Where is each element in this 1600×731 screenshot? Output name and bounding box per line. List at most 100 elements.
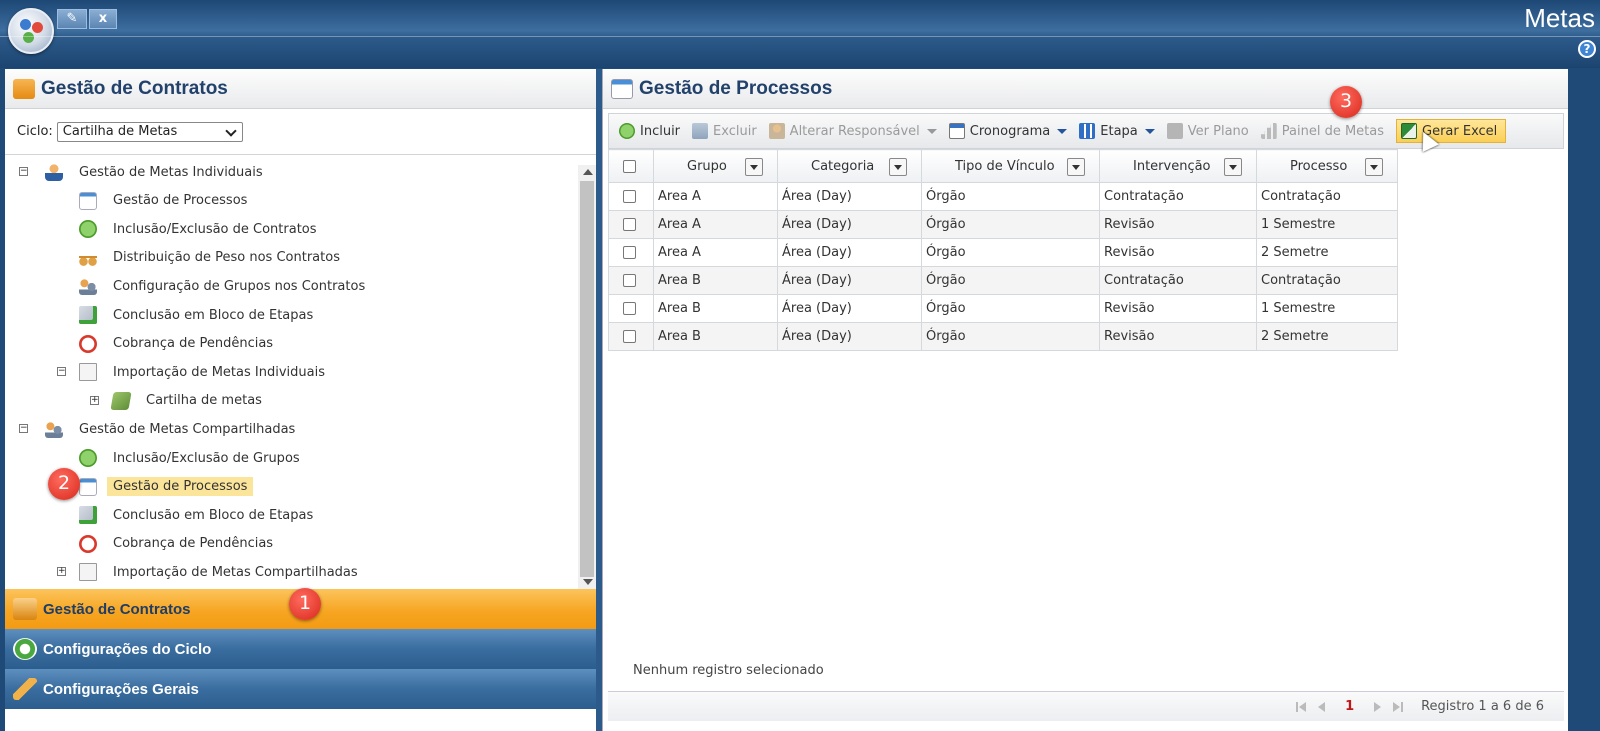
close-button[interactable]: x	[89, 9, 117, 29]
tree-item[interactable]: Conclusão em Bloco de Etapas	[79, 304, 313, 326]
collapse-icon[interactable]: −	[19, 424, 28, 434]
tree-item-label: Conclusão em Bloco de Etapas	[113, 507, 314, 523]
column-filter-button[interactable]	[889, 158, 907, 176]
tools-button[interactable]: ✎	[57, 9, 87, 29]
column-header-grupo[interactable]: Grupo	[653, 149, 778, 183]
tree-item-label: Importação de Metas Compartilhadas	[113, 564, 358, 580]
tree-item[interactable]: − Importação de Metas Individuais	[57, 361, 325, 383]
first-page-icon[interactable]	[1296, 701, 1299, 712]
cycle-select-value: Cartilha de Metas	[62, 123, 178, 139]
tree-item[interactable]: Conclusão em Bloco de Etapas	[79, 504, 313, 526]
tree-item[interactable]: − Gestão de Metas Compartilhadas	[19, 418, 296, 440]
contracts-icon	[13, 78, 35, 99]
table-cell: Contratação	[1099, 266, 1257, 295]
row-checkbox[interactable]	[623, 190, 636, 203]
processes-panel: Gestão de Processos Incluir Excluir Alte…	[602, 69, 1568, 731]
table-cell: Area B	[653, 266, 778, 295]
etapa-button[interactable]: Etapa	[1079, 123, 1155, 139]
trash-icon	[692, 123, 709, 139]
gerar-excel-button[interactable]: Gerar Excel	[1396, 119, 1507, 143]
painel-metas-button[interactable]: Painel de Metas	[1260, 123, 1384, 139]
next-page-icon[interactable]	[1374, 701, 1382, 712]
tree-item[interactable]: Inclusão/Exclusão de Grupos	[79, 447, 300, 469]
tree-item[interactable]: Cobrança de Pendências	[79, 333, 273, 355]
last-page-icon[interactable]	[1401, 701, 1404, 712]
current-page[interactable]: 1	[1345, 699, 1354, 714]
table-row[interactable]: Area A Área (Day) Órgão Contratação Contrata…	[608, 182, 1398, 211]
table-cell: Órgão	[921, 294, 1100, 323]
row-checkbox[interactable]	[623, 330, 636, 343]
tree-item[interactable]: − Gestão de Metas Individuais	[19, 161, 263, 183]
table-row[interactable]: Area A Área (Day) Órgão Revisão 2 Semetre	[608, 238, 1398, 267]
first-page-arrow-icon[interactable]	[1299, 701, 1307, 712]
table-cell: Área (Day)	[777, 266, 922, 295]
table-cell: Contratação	[1099, 182, 1257, 211]
collapse-icon[interactable]: −	[19, 167, 28, 176]
table-row[interactable]: Area A Área (Day) Órgão Revisão 1 Semestre	[608, 210, 1398, 239]
row-checkbox[interactable]	[623, 246, 636, 259]
ver-plano-button[interactable]: Ver Plano	[1166, 123, 1249, 139]
column-header-intervencao[interactable]: Intervenção	[1099, 149, 1257, 183]
tree-item-label: Cobrança de Pendências	[113, 536, 274, 552]
app-logo-icon[interactable]	[8, 8, 54, 54]
prev-page-icon[interactable]	[1318, 701, 1326, 712]
tree-item-label: Inclusão/Exclusão de Grupos	[113, 450, 300, 466]
table-cell: Área (Day)	[777, 210, 922, 239]
tree-scrollbar[interactable]	[578, 165, 596, 589]
table-row[interactable]: Area B Área (Day) Órgão Revisão 1 Semestre	[608, 294, 1398, 323]
row-checkbox[interactable]	[623, 274, 636, 287]
column-filter-button[interactable]	[1067, 158, 1085, 176]
alterar-responsavel-button[interactable]: Alterar Responsável	[768, 123, 937, 139]
expand-icon[interactable]: +	[90, 395, 99, 405]
calendar-icon	[79, 477, 97, 496]
tree-item[interactable]: Cobrança de Pendências	[79, 533, 273, 555]
table-cell: 1 Semestre	[1256, 210, 1398, 239]
collapse-icon[interactable]: −	[57, 367, 66, 377]
check-icon	[79, 306, 97, 324]
tree-item[interactable]: + Importação de Metas Compartilhadas	[57, 561, 358, 583]
table-cell: Area A	[653, 182, 778, 211]
table-row[interactable]: Area B Área (Day) Órgão Contratação Contrata…	[608, 266, 1398, 295]
expand-icon[interactable]: +	[57, 567, 66, 577]
row-select-cell	[608, 210, 654, 239]
tree-item-label: Gestão de Metas Compartilhadas	[79, 421, 296, 437]
row-checkbox[interactable]	[623, 218, 636, 231]
accordion-label: Configurações Gerais	[43, 680, 199, 698]
tree-item[interactable]: Distribuição de Peso nos Contratos	[79, 247, 340, 269]
tree-item[interactable]: Configuração de Grupos nos Contratos	[79, 275, 365, 297]
column-header-processo[interactable]: Processo	[1256, 149, 1398, 183]
column-header-tipo-vinculo[interactable]: Tipo de Vínculo	[921, 149, 1100, 183]
row-checkbox[interactable]	[623, 302, 636, 315]
tree-item[interactable]: + Cartilha de metas	[90, 390, 262, 412]
table-cell: Órgão	[921, 266, 1100, 295]
processes-panel-header: Gestão de Processos	[603, 69, 1568, 109]
pagination-bar: 1 Registro 1 a 6 de 6	[608, 691, 1564, 721]
column-filter-button[interactable]	[1224, 158, 1242, 176]
scroll-up-icon[interactable]	[583, 169, 593, 175]
tree-item[interactable]: Gestão de Processos	[79, 190, 247, 212]
contracts-panel: Gestão de Contratos Ciclo: Cartilha de M…	[5, 69, 596, 731]
row-select-cell	[608, 266, 654, 295]
help-icon[interactable]: ?	[1578, 40, 1596, 58]
cycle-select[interactable]: Cartilha de Metas	[56, 121, 243, 142]
import-icon	[79, 563, 97, 582]
incluir-button[interactable]: Incluir	[619, 123, 680, 139]
group-gear-icon	[79, 277, 97, 296]
column-filter-button[interactable]	[745, 158, 763, 176]
column-filter-button[interactable]	[1365, 158, 1383, 176]
clock-icon	[79, 334, 97, 353]
last-page-arrow-icon[interactable]	[1393, 701, 1401, 712]
row-select-cell	[608, 238, 654, 267]
calendar-icon	[79, 191, 97, 210]
scroll-thumb[interactable]	[580, 181, 594, 577]
column-header-categoria[interactable]: Categoria	[777, 149, 922, 183]
scroll-down-icon[interactable]	[583, 579, 593, 585]
accordion-configuracoes-ciclo[interactable]: Configurações do Ciclo	[5, 629, 596, 669]
tree-item[interactable]: Inclusão/Exclusão de Contratos	[79, 218, 317, 240]
cronograma-button[interactable]: Cronograma	[948, 123, 1068, 139]
accordion-configuracoes-gerais[interactable]: Configurações Gerais	[5, 669, 596, 709]
excluir-button[interactable]: Excluir	[692, 123, 757, 139]
tree-item[interactable]: Gestão de Processos	[79, 476, 254, 498]
table-row[interactable]: Area B Área (Day) Órgão Revisão 2 Semetre	[608, 322, 1398, 351]
select-all-checkbox[interactable]	[623, 159, 636, 173]
